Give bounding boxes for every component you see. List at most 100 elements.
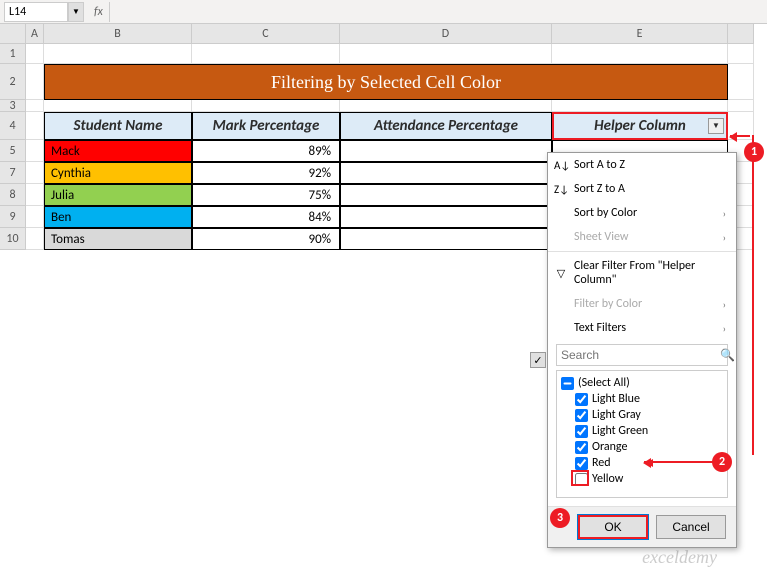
row-header[interactable]: 1: [0, 44, 26, 64]
cancel-button[interactable]: Cancel: [656, 515, 726, 539]
cell[interactable]: [26, 184, 44, 206]
formula-bar: L14 ▼ fx: [0, 0, 767, 24]
cell-attendance[interactable]: [340, 162, 552, 184]
row-header[interactable]: 4: [0, 112, 26, 140]
cell-name[interactable]: Mack: [44, 140, 192, 162]
row-header[interactable]: 10: [0, 228, 26, 250]
watermark: exceldemy: [642, 547, 717, 568]
filter-search[interactable]: 🔍: [556, 344, 728, 366]
cell[interactable]: [26, 100, 44, 112]
filter-item-label: Light Gray: [592, 408, 641, 422]
filter-item-yellow[interactable]: Yellow: [561, 471, 723, 487]
cell[interactable]: [728, 44, 754, 64]
text-filters[interactable]: Text Filters›: [548, 316, 736, 340]
filter-dropdown: A↓Sort A to Z Z↓Sort Z to A Sort by Colo…: [547, 152, 737, 548]
checkbox[interactable]: [575, 393, 588, 406]
col-header-a[interactable]: A: [26, 24, 44, 44]
select-all-corner[interactable]: [0, 24, 26, 44]
cell[interactable]: [192, 100, 340, 112]
checkbox[interactable]: [575, 409, 588, 422]
cell[interactable]: [552, 100, 728, 112]
cell-mark[interactable]: 92%: [192, 162, 340, 184]
sort-az[interactable]: A↓Sort A to Z: [548, 153, 736, 177]
cell[interactable]: [26, 44, 44, 64]
cell[interactable]: [26, 112, 44, 140]
checkbox[interactable]: [575, 457, 588, 470]
col-header-e[interactable]: E: [552, 24, 728, 44]
callout-1: 1: [744, 142, 764, 162]
cell-mark[interactable]: 89%: [192, 140, 340, 162]
cell[interactable]: [26, 64, 44, 100]
checkbox[interactable]: [561, 377, 574, 390]
cell[interactable]: [728, 64, 754, 100]
header-attendance[interactable]: Attendance Percentage: [340, 112, 552, 140]
ok-button[interactable]: OK: [578, 515, 648, 539]
cell[interactable]: [26, 162, 44, 184]
cell[interactable]: [26, 140, 44, 162]
confirm-check-icon[interactable]: ✓: [530, 352, 546, 368]
col-header-c[interactable]: C: [192, 24, 340, 44]
cell-attendance[interactable]: [340, 206, 552, 228]
cell-name[interactable]: Julia: [44, 184, 192, 206]
cell[interactable]: [26, 228, 44, 250]
formula-input[interactable]: [109, 2, 767, 22]
col-header-blank: [728, 24, 754, 44]
cell-mark[interactable]: 90%: [192, 228, 340, 250]
filter-item-label: Red: [592, 456, 611, 470]
row-header[interactable]: 7: [0, 162, 26, 184]
clear-filter-icon: ▽: [554, 267, 568, 280]
filter-item-light-gray[interactable]: Light Gray: [561, 407, 723, 423]
cell[interactable]: [552, 44, 728, 64]
col-header-d[interactable]: D: [340, 24, 552, 44]
clear-filter[interactable]: ▽Clear Filter From "Helper Column": [548, 254, 736, 292]
search-input[interactable]: [557, 348, 720, 362]
chevron-right-icon: ›: [723, 322, 726, 335]
filter-button[interactable]: ▼: [708, 118, 724, 134]
fx-icon[interactable]: fx: [94, 5, 103, 19]
callout-2: 2: [712, 452, 732, 472]
cell-attendance[interactable]: [340, 140, 552, 162]
cell-mark[interactable]: 75%: [192, 184, 340, 206]
sort-by-color[interactable]: Sort by Color›: [548, 201, 736, 225]
row-header[interactable]: 3: [0, 100, 26, 112]
cell[interactable]: [728, 100, 754, 112]
title-cell[interactable]: Filtering by Selected Cell Color: [44, 64, 728, 100]
name-box[interactable]: L14: [4, 2, 68, 22]
row-header[interactable]: 9: [0, 206, 26, 228]
filter-item-orange[interactable]: Orange: [561, 439, 723, 455]
cell-name[interactable]: Ben: [44, 206, 192, 228]
cell-attendance[interactable]: [340, 184, 552, 206]
sort-za[interactable]: Z↓Sort Z to A: [548, 177, 736, 201]
cell-mark[interactable]: 84%: [192, 206, 340, 228]
filter-item-label: Orange: [592, 440, 627, 454]
cell-name[interactable]: Cynthia: [44, 162, 192, 184]
cell[interactable]: [26, 206, 44, 228]
filter-item--select-all-[interactable]: (Select All): [561, 375, 723, 391]
filter-item-label: (Select All): [578, 376, 630, 390]
header-mark[interactable]: Mark Percentage: [192, 112, 340, 140]
row-header[interactable]: 2: [0, 64, 26, 100]
header-helper[interactable]: Helper Column▼: [552, 112, 728, 140]
col-header-b[interactable]: B: [44, 24, 192, 44]
checkbox[interactable]: [575, 425, 588, 438]
row-header[interactable]: 5: [0, 140, 26, 162]
cell-attendance[interactable]: [340, 228, 552, 250]
cell[interactable]: [192, 44, 340, 64]
cell[interactable]: [340, 100, 552, 112]
row-header[interactable]: 8: [0, 184, 26, 206]
filter-values-list[interactable]: (Select All) Light Blue Light Gray Light Gr…: [556, 370, 728, 498]
checkbox[interactable]: [575, 441, 588, 454]
filter-item-label: Light Green: [592, 424, 648, 438]
cell[interactable]: [44, 44, 192, 64]
filter-item-light-blue[interactable]: Light Blue: [561, 391, 723, 407]
filter-item-light-green[interactable]: Light Green: [561, 423, 723, 439]
filter-item-label: Yellow: [592, 472, 623, 486]
cell-name[interactable]: Tomas: [44, 228, 192, 250]
filter-item-label: Light Blue: [592, 392, 640, 406]
header-name[interactable]: Student Name: [44, 112, 192, 140]
cell[interactable]: [340, 44, 552, 64]
chevron-right-icon: ›: [723, 207, 726, 220]
filter-by-color: Filter by Color›: [548, 292, 736, 316]
name-box-dropdown[interactable]: ▼: [68, 2, 84, 22]
cell[interactable]: [44, 100, 192, 112]
